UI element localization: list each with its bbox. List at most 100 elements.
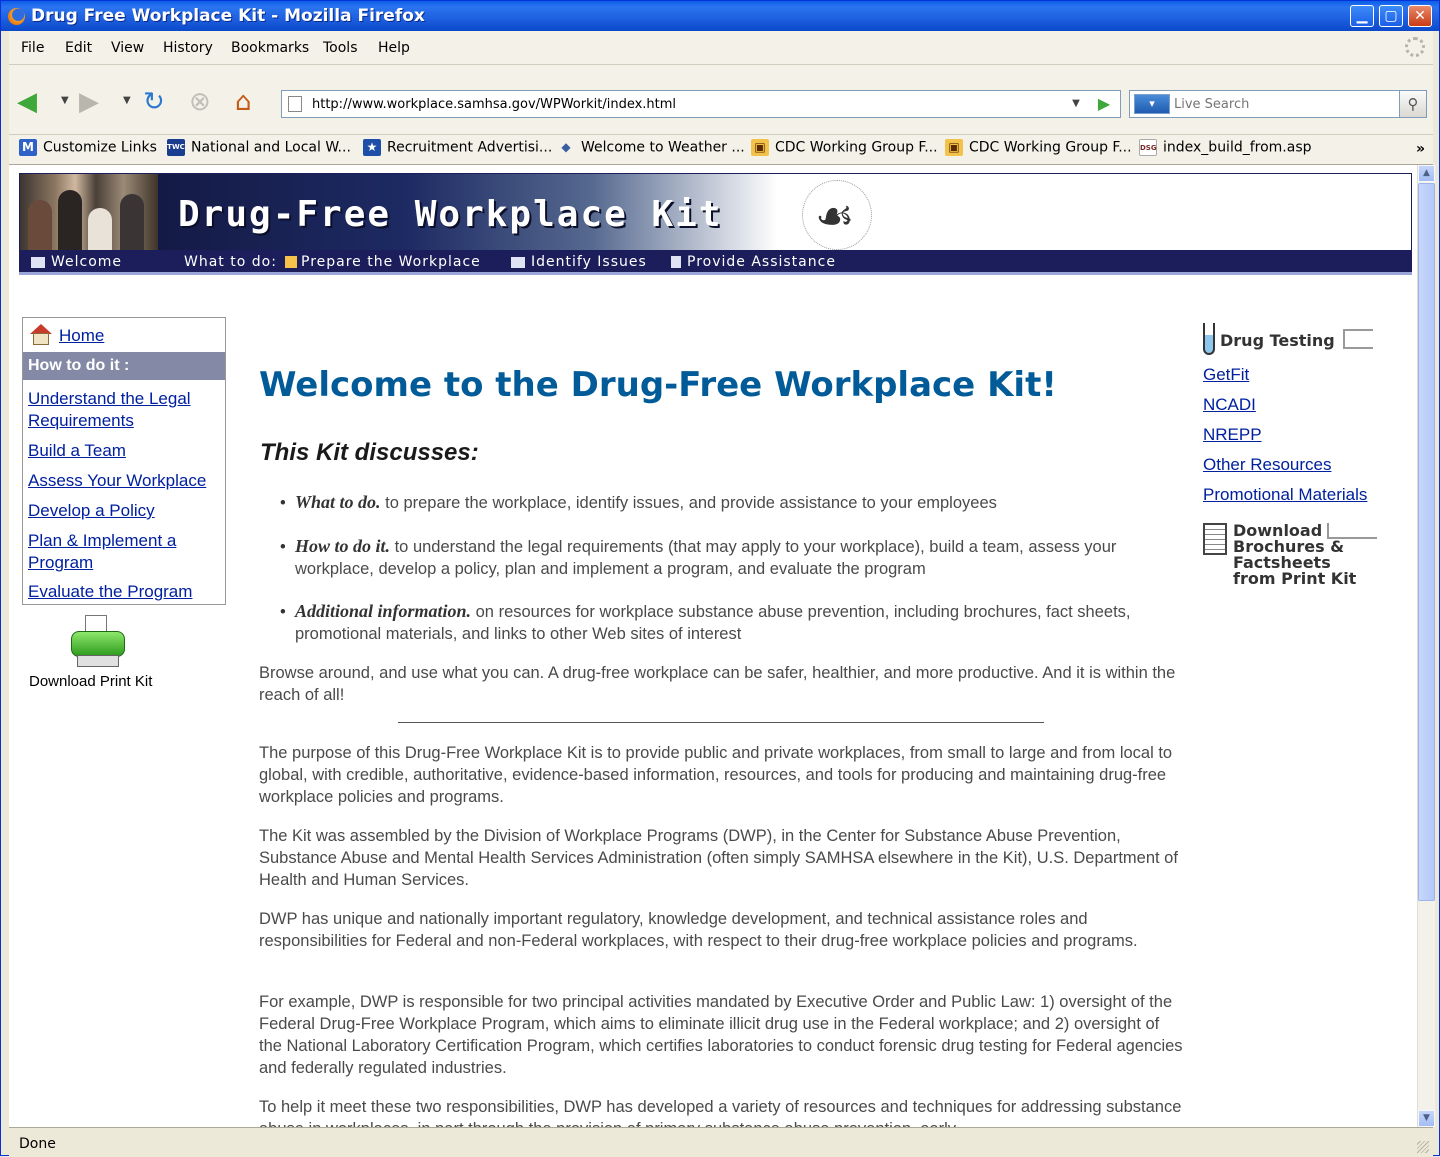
status-text: Done <box>19 1136 56 1152</box>
sidebar-link-evaluate-program[interactable]: Evaluate the Program <box>28 581 224 603</box>
banner-person <box>120 194 144 250</box>
back-history-dropdown[interactable]: ▼ <box>61 95 69 106</box>
banner-person <box>58 190 82 250</box>
calendar-icon: ▣ <box>751 139 769 156</box>
browser-window: Drug Free Workplace Kit - Mozilla Firefo… <box>0 0 1440 1157</box>
nav-what-to-do-label: What to do: <box>184 254 277 270</box>
paragraph: DWP has unique and nationally important … <box>259 910 1138 950</box>
eagle-icon: ☙ <box>815 191 855 242</box>
bullet-lead: How to do it. <box>295 536 391 556</box>
search-input[interactable] <box>1174 95 1394 113</box>
go-button[interactable]: ▶ <box>1094 92 1114 116</box>
nav-prepare-workplace[interactable]: Prepare the Workplace <box>285 254 481 270</box>
bullet-lead: Additional information. <box>295 601 472 621</box>
minimize-button[interactable]: ▁ <box>1350 5 1374 27</box>
bookmark-customize-links[interactable]: M Customize Links <box>19 139 157 161</box>
search-button[interactable]: ⚲ <box>1399 90 1427 118</box>
back-button[interactable]: ◀ <box>17 87 37 117</box>
provide-icon <box>671 256 681 268</box>
sidebar-link-plan-implement[interactable]: Plan & Implement a Program <box>28 530 198 574</box>
title-bar[interactable]: Drug Free Workplace Kit - Mozilla Firefo… <box>1 1 1439 31</box>
reload-button[interactable]: ↻ <box>143 87 165 117</box>
sidebar-link-assess-workplace[interactable]: Assess Your Workplace <box>28 470 224 492</box>
address-bar[interactable]: http://www.workplace.samhsa.gov/WPWorkit… <box>281 90 1121 118</box>
maximize-icon: ▢ <box>1384 8 1398 24</box>
address-url[interactable]: http://www.workplace.samhsa.gov/WPWorkit… <box>312 97 676 112</box>
search-bar[interactable]: ▾ ⚲ <box>1129 90 1427 118</box>
banner-person <box>28 200 52 250</box>
bookmarks-overflow-chevron[interactable]: » <box>1416 141 1425 157</box>
page-title: Welcome to the Drug-Free Workplace Kit! <box>259 365 1057 405</box>
divider <box>398 722 1044 723</box>
close-button[interactable]: ✕ <box>1408 5 1432 27</box>
dsg-icon: DSG <box>1139 139 1157 156</box>
download-print-kit-label[interactable]: Download Print Kit <box>29 673 152 690</box>
home-button[interactable]: ⌂ <box>235 87 252 117</box>
stop-button[interactable]: ⊗ <box>189 87 211 117</box>
link-promotional-materials[interactable]: Promotional Materials <box>1203 485 1367 505</box>
left-sidebar: Home How to do it : Understand the Legal… <box>22 317 226 605</box>
firefox-icon <box>8 8 25 25</box>
bullet-dot: • <box>280 494 286 512</box>
nav-provide-assistance[interactable]: Provide Assistance <box>671 254 836 270</box>
bookmark-cdc-2[interactable]: ▣ CDC Working Group F... <box>945 139 1132 161</box>
link-nrepp[interactable]: NREPP <box>1203 425 1262 445</box>
scroll-up-button[interactable]: ▲ <box>1418 165 1435 182</box>
top-navigation: Welcome What to do: Prepare the Workplac… <box>19 251 1412 275</box>
nav-welcome[interactable]: Welcome <box>31 254 122 270</box>
scroll-thumb[interactable] <box>1418 183 1435 901</box>
page-icon <box>288 96 302 112</box>
right-sidebar: Drug Testing GetFit NCADI NREPP Other Re… <box>1203 317 1403 617</box>
link-ncadi[interactable]: NCADI <box>1203 395 1256 415</box>
forward-history-dropdown[interactable]: ▼ <box>123 95 131 106</box>
menu-bookmarks[interactable]: Bookmarks <box>231 40 309 56</box>
minimize-icon: ▁ <box>1356 8 1368 24</box>
nav-provide-label: Provide Assistance <box>687 254 836 270</box>
weather-icon: ◆ <box>561 140 571 154</box>
bookmark-recruitment[interactable]: ★ Recruitment Advertisi... <box>363 139 552 161</box>
sidebar-link-develop-policy[interactable]: Develop a Policy <box>28 500 224 522</box>
banner-person <box>88 208 112 250</box>
bullet-text: to prepare the workplace, identify issue… <box>380 494 997 512</box>
bookmark-cdc-1[interactable]: ▣ CDC Working Group F... <box>751 139 938 161</box>
nav-identify-issues[interactable]: Identify Issues <box>511 254 647 270</box>
bookmark-index-build[interactable]: DSG index_build_from.asp <box>1139 139 1312 161</box>
home-link[interactable]: Home <box>59 326 104 346</box>
status-bar: Done <box>9 1127 1433 1157</box>
header-bracket <box>1327 523 1377 539</box>
menu-history[interactable]: History <box>163 40 213 56</box>
bullet-lead: What to do. <box>295 492 381 512</box>
how-to-section-header: How to do it : <box>23 352 225 380</box>
download-brochures-link[interactable]: Download Brochures & Factsheets from Print … <box>1203 521 1393 601</box>
bookmark-national-local[interactable]: TWC National and Local W... <box>167 139 351 161</box>
bullet-dot: • <box>280 603 286 621</box>
search-engine-icon[interactable]: ▾ <box>1134 94 1170 114</box>
menu-file[interactable]: File <box>21 40 44 56</box>
star-icon: ★ <box>363 139 381 156</box>
menu-help[interactable]: Help <box>378 40 410 56</box>
link-getfit[interactable]: GetFit <box>1203 365 1249 385</box>
printer-icon[interactable] <box>71 615 125 671</box>
resize-grip[interactable] <box>1417 1141 1429 1153</box>
url-history-dropdown[interactable]: ▼ <box>1066 92 1086 116</box>
link-other-resources[interactable]: Other Resources <box>1203 455 1332 475</box>
paragraph: The Kit was assembled by the Division of… <box>259 827 1178 889</box>
bookmark-weather[interactable]: ◆ Welcome to Weather ... <box>557 139 744 161</box>
menu-bar: File Edit View History Bookmarks Tools H… <box>9 31 1433 65</box>
scroll-down-button[interactable]: ▼ <box>1418 1110 1435 1127</box>
menu-edit[interactable]: Edit <box>65 40 92 56</box>
section-subtitle: This Kit discusses: <box>260 439 479 466</box>
list-item: • Additional information. on resources fo… <box>280 601 1175 645</box>
download-print-kit[interactable]: Download Print Kit <box>29 611 209 701</box>
test-tube-icon <box>1203 323 1215 355</box>
sidebar-link-legal-requirements[interactable]: Understand the Legal Requirements <box>28 388 224 432</box>
maximize-button[interactable]: ▢ <box>1379 5 1403 27</box>
prepare-icon <box>285 256 297 268</box>
sidebar-link-build-team[interactable]: Build a Team <box>28 440 224 462</box>
menu-view[interactable]: View <box>111 40 144 56</box>
paragraph: For example, DWP is responsible for two … <box>259 993 1183 1077</box>
paragraph: The purpose of this Drug-Free Workplace … <box>259 744 1173 806</box>
vertical-scrollbar[interactable]: ▲ ▼ <box>1417 165 1435 1127</box>
forward-button[interactable]: ▶ <box>79 87 99 117</box>
menu-tools[interactable]: Tools <box>323 40 358 56</box>
